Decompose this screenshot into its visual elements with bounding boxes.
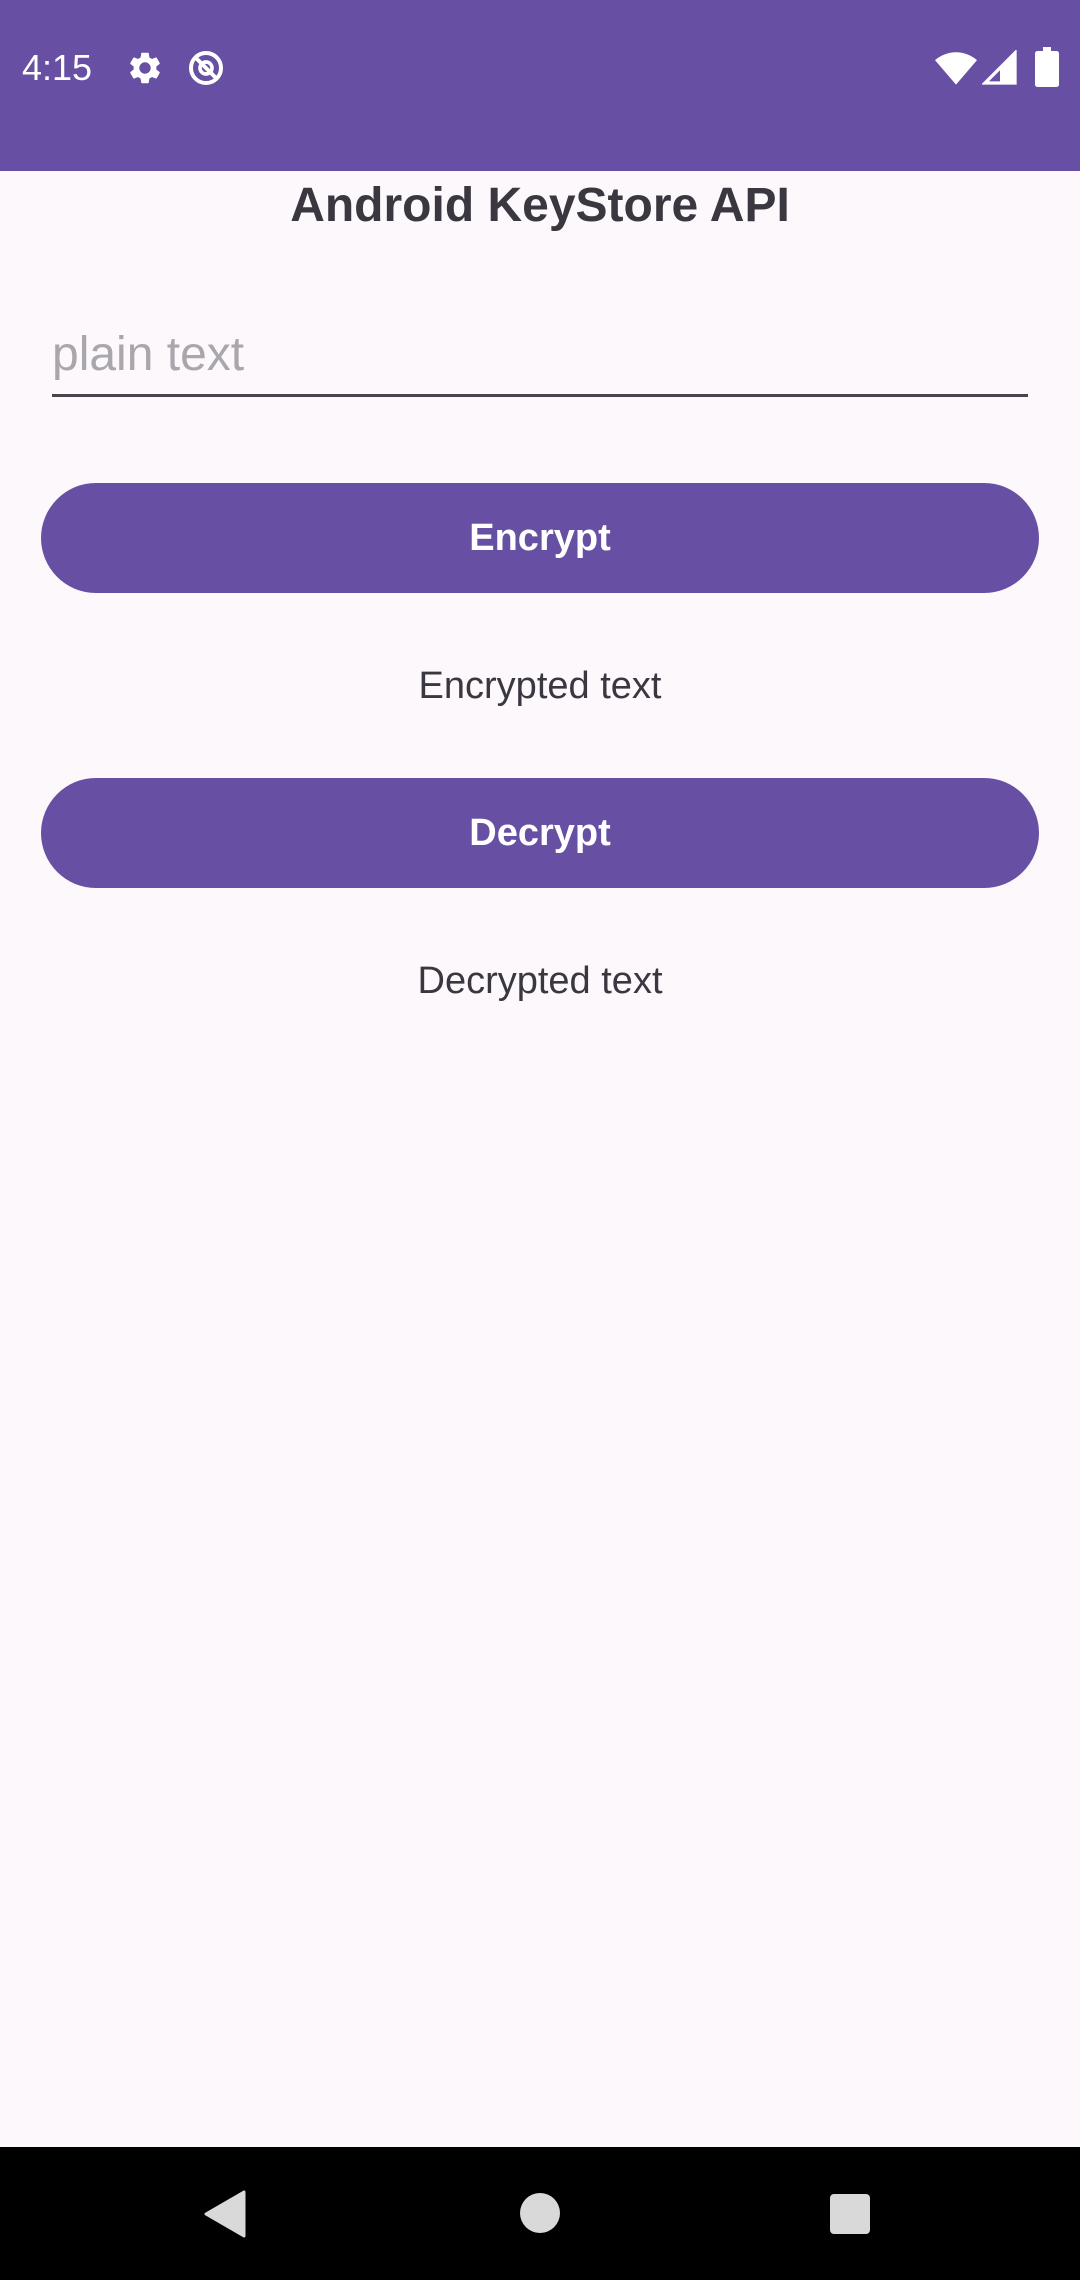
status-time: 4:15 (22, 47, 93, 88)
recents-icon[interactable] (829, 2193, 871, 2235)
decrypt-button[interactable]: Decrypt (41, 778, 1039, 888)
home-icon[interactable] (519, 2192, 561, 2234)
plain-text-field (52, 318, 1028, 397)
status-bar: 4:15 (0, 0, 1080, 171)
page-title: Android KeyStore API (290, 179, 790, 232)
encrypt-button[interactable]: Encrypt (41, 483, 1039, 593)
encrypted-text: Encrypted text (418, 665, 662, 707)
decrypted-text: Decrypted text (417, 960, 663, 1002)
plain-text-input[interactable] (52, 318, 1028, 390)
back-icon[interactable] (204, 2190, 246, 2238)
no-disturb-icon (189, 51, 223, 85)
gear-icon (130, 52, 160, 84)
navigation-bar (0, 2147, 1080, 2280)
battery-icon (1035, 47, 1059, 87)
cell-signal-icon (982, 50, 1017, 85)
wifi-icon (935, 52, 977, 85)
